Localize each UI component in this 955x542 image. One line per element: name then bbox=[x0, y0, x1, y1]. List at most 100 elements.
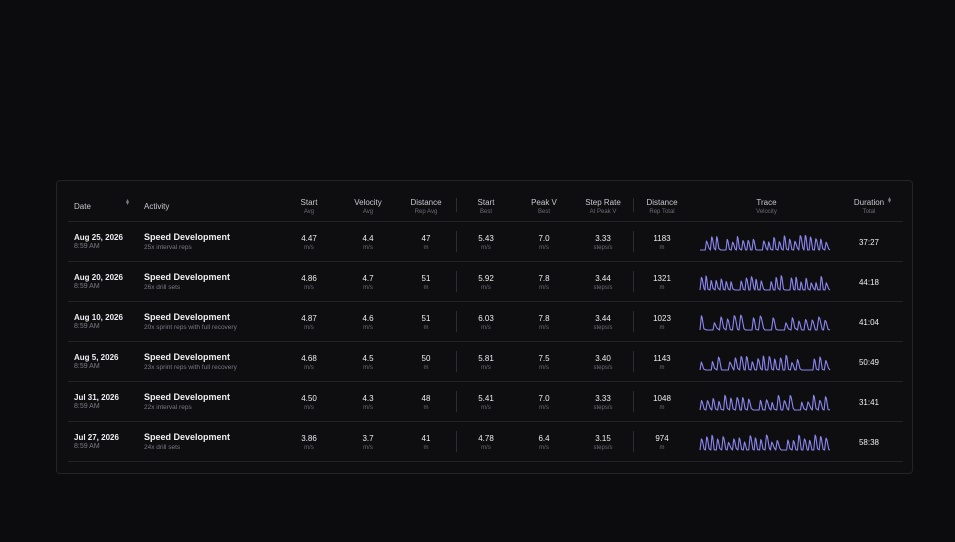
unit-label: m bbox=[423, 325, 429, 331]
unit-label: m/s bbox=[363, 405, 373, 411]
cell-distance-avg: 48 m bbox=[398, 382, 454, 421]
distance-avg-value: 41 bbox=[421, 434, 431, 443]
duration-value: 31:41 bbox=[858, 398, 880, 407]
step-rate-value: 3.33 bbox=[595, 234, 611, 243]
cell-start-best: 4.78 m/s bbox=[458, 422, 514, 461]
unit-label: steps/s bbox=[593, 365, 613, 371]
session-date: Aug 20, 2026 bbox=[74, 273, 123, 282]
table-row[interactable]: Aug 10, 2026 8:59 AM Speed Development 2… bbox=[68, 302, 903, 342]
duration-value: 37:27 bbox=[858, 238, 880, 247]
velocity-avg-value: 4.7 bbox=[362, 274, 374, 283]
cell-start-avg: 4.50 m/s bbox=[281, 382, 337, 421]
session-time: 8:59 AM bbox=[74, 283, 100, 290]
cell-start-best: 5.43 m/s bbox=[458, 222, 514, 261]
duration-value: 50:49 bbox=[858, 358, 880, 367]
unit-label: m/s bbox=[304, 405, 314, 411]
session-date: Aug 10, 2026 bbox=[74, 313, 123, 322]
cell-peak-v: 6.4 m/s bbox=[516, 422, 572, 461]
cell-velocity-avg: 4.6 m/s bbox=[340, 302, 396, 341]
cell-velocity-avg: 4.5 m/s bbox=[340, 342, 396, 381]
unit-label: m/s bbox=[481, 365, 491, 371]
start-best-value: 5.81 bbox=[478, 354, 494, 363]
activity-name: Speed Development bbox=[144, 272, 231, 282]
col-label-start-avg: Start bbox=[300, 198, 318, 207]
cell-start-best: 6.03 m/s bbox=[458, 302, 514, 341]
cell-peak-v: 7.5 m/s bbox=[516, 342, 572, 381]
session-date: Aug 5, 2026 bbox=[74, 353, 119, 362]
cell-peak-v: 7.0 m/s bbox=[516, 222, 572, 261]
table-header: Date ▴ ▾ Activity Start Avg Velocity Avg … bbox=[68, 191, 903, 222]
velocity-trace-line bbox=[699, 394, 831, 411]
start-best-value: 5.41 bbox=[478, 394, 494, 403]
unit-label: steps/s bbox=[593, 325, 613, 331]
sessions-table: Date ▴ ▾ Activity Start Avg Velocity Avg … bbox=[68, 191, 903, 462]
session-date: Jul 31, 2026 bbox=[74, 393, 119, 402]
unit-label: m bbox=[423, 405, 429, 411]
col-sublabel-peak-v: Best bbox=[537, 209, 550, 215]
step-rate-value: 3.44 bbox=[595, 274, 611, 283]
cell-start-best: 5.81 m/s bbox=[458, 342, 514, 381]
sort-icon[interactable]: ▴ ▾ bbox=[888, 196, 891, 205]
cell-distance-avg: 51 m bbox=[398, 262, 454, 301]
column-divider bbox=[456, 391, 457, 412]
step-rate-value: 3.44 bbox=[595, 314, 611, 323]
unit-label: m/s bbox=[304, 245, 314, 251]
distance-total-value: 1023 bbox=[653, 314, 671, 323]
col-header-step-rate: Step Rate At Peak V bbox=[572, 191, 634, 221]
unit-label: steps/s bbox=[593, 245, 613, 251]
unit-label: m/s bbox=[363, 285, 373, 291]
distance-avg-value: 47 bbox=[421, 234, 431, 243]
col-sublabel-distance-avg: Rep Avg bbox=[414, 209, 438, 215]
cell-duration: 44:18 bbox=[843, 262, 895, 301]
activity-name: Speed Development bbox=[144, 312, 231, 322]
session-date: Aug 25, 2026 bbox=[74, 233, 123, 242]
table-row[interactable]: Jul 31, 2026 8:59 AM Speed Development 2… bbox=[68, 382, 903, 422]
velocity-trace-line bbox=[699, 275, 831, 291]
cell-peak-v: 7.0 m/s bbox=[516, 382, 572, 421]
cell-velocity-avg: 4.3 m/s bbox=[340, 382, 396, 421]
distance-avg-value: 50 bbox=[421, 354, 431, 363]
table-row[interactable]: Aug 25, 2026 8:59 AM Speed Development 2… bbox=[68, 222, 903, 262]
col-sublabel-trace: Velocity bbox=[756, 209, 777, 215]
column-divider bbox=[456, 271, 457, 292]
activity-name: Speed Development bbox=[144, 232, 231, 242]
cell-step-rate: 3.44 steps/s bbox=[572, 302, 634, 341]
unit-label: m bbox=[659, 365, 665, 371]
peak-v-value: 7.0 bbox=[538, 234, 550, 243]
cell-velocity-avg: 4.4 m/s bbox=[340, 222, 396, 261]
col-header-date[interactable]: Date ▴ ▾ bbox=[68, 191, 134, 221]
unit-label: m bbox=[423, 365, 429, 371]
step-rate-value: 3.40 bbox=[595, 354, 611, 363]
cell-distance-total: 1143 m bbox=[634, 342, 690, 381]
unit-label: m/s bbox=[539, 325, 549, 331]
velocity-trace-sparkline bbox=[699, 354, 831, 371]
unit-label: steps/s bbox=[593, 285, 613, 291]
unit-label: m/s bbox=[363, 325, 373, 331]
cell-step-rate: 3.44 steps/s bbox=[572, 262, 634, 301]
cell-duration: 37:27 bbox=[843, 222, 895, 261]
table-row[interactable]: Aug 20, 2026 8:59 AM Speed Development 2… bbox=[68, 262, 903, 302]
col-header-duration[interactable]: Duration Total ▴ ▾ bbox=[843, 191, 895, 221]
col-label-date: Date bbox=[74, 202, 91, 211]
activity-detail: 20x sprint reps with full recovery bbox=[144, 324, 237, 331]
start-avg-value: 3.86 bbox=[301, 434, 317, 443]
table-row[interactable]: Aug 5, 2026 8:59 AM Speed Development 23… bbox=[68, 342, 903, 382]
activity-detail: 25x interval reps bbox=[144, 244, 192, 251]
unit-label: steps/s bbox=[593, 405, 613, 411]
distance-total-value: 1183 bbox=[653, 234, 671, 243]
col-header-activity: Activity bbox=[138, 191, 288, 221]
col-header-distance-total: Distance Rep Total bbox=[634, 191, 690, 221]
sort-icon[interactable]: ▴ ▾ bbox=[126, 198, 129, 207]
velocity-trace-line bbox=[699, 314, 831, 331]
table-row[interactable]: Jul 27, 2026 8:59 AM Speed Development 2… bbox=[68, 422, 903, 462]
distance-avg-value: 51 bbox=[421, 274, 431, 283]
col-sublabel-duration: Total bbox=[862, 209, 876, 215]
cell-distance-avg: 41 m bbox=[398, 422, 454, 461]
peak-v-value: 7.5 bbox=[538, 354, 550, 363]
cell-step-rate: 3.15 steps/s bbox=[572, 422, 634, 461]
col-label-peak-v: Peak V bbox=[531, 198, 557, 207]
unit-label: m bbox=[423, 245, 429, 251]
activity-detail: 22x interval reps bbox=[144, 404, 192, 411]
start-avg-value: 4.47 bbox=[301, 234, 317, 243]
unit-label: m bbox=[659, 405, 665, 411]
